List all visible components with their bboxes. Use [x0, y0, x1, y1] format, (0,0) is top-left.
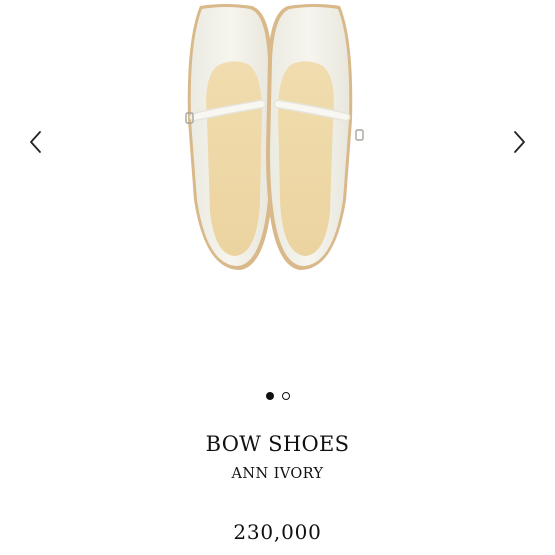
next-slide-button[interactable]	[508, 126, 530, 158]
previous-slide-button[interactable]	[25, 126, 47, 158]
right-shoe	[266, 4, 364, 270]
chevron-left-icon	[30, 131, 41, 153]
chevron-right-icon	[514, 131, 525, 153]
product-image-carousel[interactable]	[0, 0, 555, 380]
pagination-dot-2[interactable]	[281, 392, 290, 400]
carousel-pagination	[0, 392, 555, 400]
product-color-variant: ANN IVORY	[231, 466, 324, 482]
left-shoe	[185, 4, 274, 270]
product-image	[185, 4, 364, 270]
product-title: BOW SHOES	[205, 432, 350, 456]
pagination-dot-1[interactable]	[265, 392, 274, 400]
product-price: 230,000	[233, 520, 322, 544]
